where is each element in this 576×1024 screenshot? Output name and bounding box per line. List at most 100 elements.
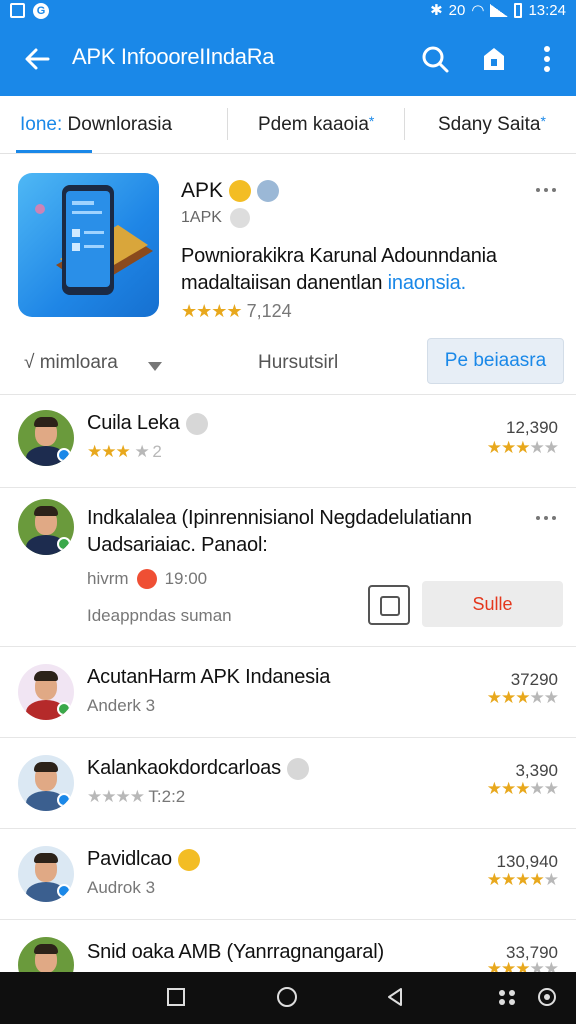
- stars-filled: ★★★: [486, 688, 531, 707]
- item-rating-stars: ★★★★★: [487, 959, 559, 972]
- list-item[interactable]: Pavidlcao Audrok 3 130,940 ★★★★★: [0, 830, 576, 920]
- featured-rating: ★★★★ 7,124: [181, 301, 292, 322]
- developer-text: 1APK: [181, 209, 222, 226]
- avatar: [18, 410, 74, 466]
- stars-empty: ★★: [529, 438, 560, 457]
- recents-icon[interactable]: [165, 986, 187, 1008]
- thinking-emoji-icon: [257, 180, 280, 202]
- image-notification-icon: [10, 3, 25, 18]
- app-icon: [18, 173, 159, 317]
- item-rating-stars: ★★★★★: [486, 779, 560, 799]
- item-count: 37290: [510, 670, 558, 689]
- item-subtitle: Audrok 3: [87, 878, 156, 897]
- item-footer: Ideappndas suman: [87, 606, 232, 625]
- tab-third[interactable]: Sdany Saita*: [438, 96, 546, 154]
- list-item[interactable]: AcutanHarm APK Indanesia Anderk 3 37290 …: [0, 648, 576, 738]
- sort-dropdown[interactable]: √ mimloara: [24, 352, 118, 374]
- battery-icon: [514, 2, 523, 18]
- item-count: 12,390: [506, 418, 558, 437]
- secondary-action-button[interactable]: Sulle: [422, 581, 563, 627]
- item-count: 130,940: [496, 852, 558, 871]
- more-options-icon[interactable]: [536, 513, 560, 523]
- avatar: [18, 755, 74, 811]
- featured-actions: √ mimloara Hursutsirl Pe beiaasra: [0, 338, 576, 394]
- g-notification-icon: G: [33, 3, 49, 19]
- wifi-icon: ◠: [471, 2, 485, 19]
- meta-text: hivrm: [87, 569, 129, 588]
- primary-action-button[interactable]: Pe beiaasra: [427, 338, 564, 384]
- description-highlight: inaonsia.: [387, 272, 466, 294]
- tab-prefix: Ione:: [20, 114, 63, 135]
- apps-icon[interactable]: [496, 986, 518, 1008]
- app-name-text: APK: [181, 179, 224, 202]
- assistant-icon[interactable]: [536, 986, 558, 1008]
- description-text: madaltaiisan danentlan: [181, 272, 383, 294]
- stars-empty: ★★: [529, 688, 560, 707]
- system-nav-bar: [0, 972, 576, 1024]
- featured-app-card[interactable]: APK 1APK Powniorakikra Karunal Adounndan…: [0, 155, 576, 395]
- smile-emoji-icon: [229, 180, 252, 202]
- item-title: Pavidlcao: [87, 848, 200, 871]
- item-sub-stars: ★★★: [87, 442, 131, 461]
- list-item-expanded[interactable]: Indkalalea (Ipinrennisianol Negdadelulat…: [0, 489, 576, 647]
- back-arrow-icon[interactable]: [22, 44, 52, 74]
- item-title-line2: Uadsariaiac. Panaol:: [87, 534, 268, 556]
- image-icon[interactable]: [368, 585, 410, 625]
- tab-second[interactable]: Pdem kaaoia*: [258, 96, 374, 154]
- featured-app-name: APK: [181, 179, 280, 203]
- phone-illustration: [35, 185, 153, 295]
- item-title: Kalankaokdordcarloas: [87, 757, 309, 780]
- item-name: Kalankaokdordcarloas: [87, 757, 281, 779]
- stars-empty: ★: [543, 870, 559, 889]
- avatar: [18, 937, 74, 972]
- item-title: Indkalalea (Ipinrennisianol Negdadelulat…: [87, 507, 472, 529]
- item-subtitle: ★★★ ★ 2: [87, 442, 162, 462]
- emoji-icon: [136, 569, 157, 589]
- item-name: Pavidlcao: [87, 848, 172, 870]
- tab-label: Downlorasia: [67, 114, 173, 135]
- status-mid-text: 20: [448, 1, 466, 19]
- tab-divider: [227, 108, 228, 140]
- item-sub-text: T:2:2: [148, 787, 186, 806]
- emoji-icon: [286, 757, 309, 780]
- stars-filled: ★★★★: [486, 870, 545, 889]
- item-rating-stars: ★★★★★: [486, 870, 559, 890]
- featured-description-line2: madaltaiisan danentlan inaonsia.: [181, 272, 466, 295]
- stars-filled: ★★★: [486, 779, 531, 798]
- meta-time: 19:00: [164, 569, 208, 588]
- more-options-icon[interactable]: [536, 185, 560, 195]
- featured-developer: 1APK: [181, 208, 250, 228]
- list-item[interactable]: Snid oaka AMB (Yanrragnangaral) 33,790 ★…: [0, 921, 576, 972]
- store-icon[interactable]: [477, 42, 511, 76]
- featured-description-line1: Powniorakikra Karunal Adounndania: [181, 245, 497, 267]
- wink-emoji-icon: [177, 848, 200, 871]
- list-item[interactable]: Kalankaokdordcarloas ★★★★ T:2:2 3,390 ★★…: [0, 739, 576, 829]
- verified-icon: [229, 208, 250, 228]
- rating-stars: ★★★★: [181, 301, 243, 321]
- item-subtitle: ★★★★ T:2:2: [87, 787, 185, 807]
- emoji-icon: [185, 412, 208, 435]
- status-bar: G ✱ 20 ◠ 13:24: [0, 0, 576, 22]
- status-time: 13:24: [528, 1, 566, 19]
- tab-divider: [404, 108, 405, 140]
- filter-link[interactable]: Hursutsirl: [258, 352, 338, 374]
- signal-icon: [490, 3, 509, 17]
- item-title: Snid oaka AMB (Yanrragnangaral): [87, 941, 384, 963]
- item-subtitle: Anderk 3: [87, 696, 156, 715]
- search-icon[interactable]: [418, 42, 452, 76]
- tab-downloads[interactable]: Ione: Downlorasia: [20, 96, 172, 154]
- avatar: [18, 499, 74, 555]
- list-item[interactable]: Cuila Leka ★★★ ★ 2 12,390 ★★★★★: [0, 396, 576, 488]
- home-icon[interactable]: [276, 986, 298, 1008]
- item-name: Cuila Leka: [87, 412, 180, 434]
- stars-filled: ★★★: [486, 438, 531, 457]
- overflow-menu-icon[interactable]: [530, 42, 564, 76]
- page-title: APK InfoooreIIndaRa: [72, 44, 275, 69]
- rating-count: 7,124: [246, 301, 292, 321]
- stars-empty: ★★: [529, 779, 560, 798]
- item-sub-stars: ★★★★: [87, 787, 145, 806]
- avatar: [18, 846, 74, 902]
- tab-label: Pdem kaaoia: [258, 114, 369, 135]
- back-icon[interactable]: [384, 986, 406, 1008]
- chevron-down-icon[interactable]: [148, 362, 162, 371]
